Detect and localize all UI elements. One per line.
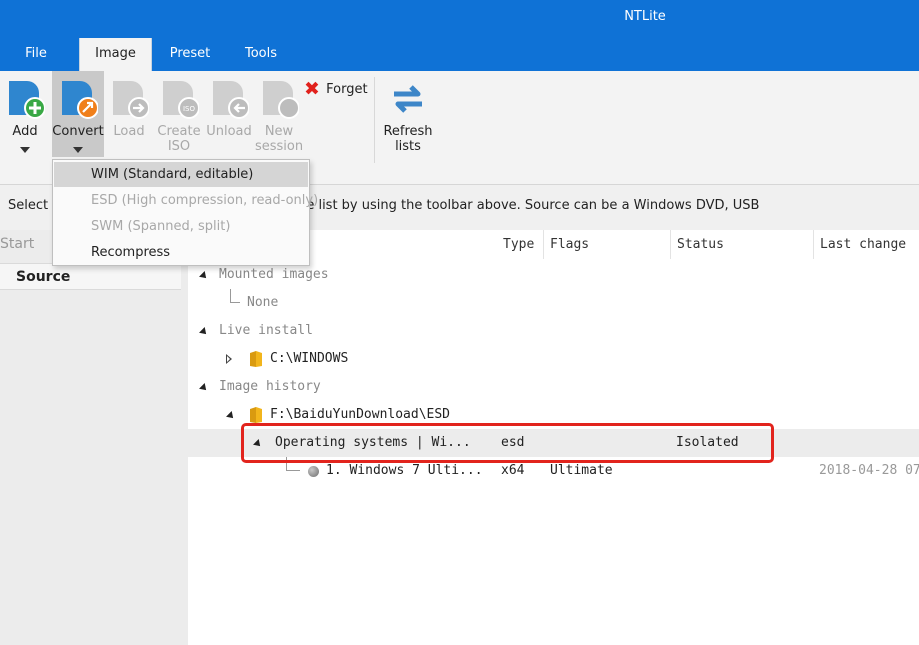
add-label: Add bbox=[12, 124, 38, 139]
tree-item-none: None bbox=[188, 289, 919, 317]
edition-status-dot-icon bbox=[308, 466, 319, 477]
unload-button[interactable]: Unload bbox=[204, 71, 254, 157]
create-iso-icon: ISO bbox=[163, 81, 199, 119]
title-bar: NTLite File Image Preset Tools bbox=[0, 0, 919, 71]
nav-item-source[interactable]: Source bbox=[0, 263, 181, 290]
app-title: NTLite bbox=[624, 9, 666, 24]
expanded-triangle-icon[interactable] bbox=[199, 383, 209, 393]
convert-image-icon bbox=[62, 81, 98, 119]
expanded-triangle-icon[interactable] bbox=[199, 271, 209, 281]
new-session-label: New session bbox=[254, 124, 304, 154]
menu-item-esd[interactable]: ESD (High compression, read-only) bbox=[54, 188, 318, 213]
new-session-icon bbox=[263, 81, 299, 119]
tree-group-live-install[interactable]: Live install bbox=[188, 317, 919, 345]
refresh-lists-label: Refresh lists bbox=[383, 124, 433, 154]
group-label: Image history bbox=[219, 379, 321, 394]
convert-button[interactable]: Convert bbox=[52, 71, 104, 157]
refresh-arrows-icon bbox=[394, 85, 422, 113]
column-header-type[interactable]: Type bbox=[497, 230, 544, 259]
add-dropdown-caret[interactable] bbox=[20, 147, 30, 153]
tree-connector bbox=[230, 289, 240, 303]
refresh-lists-button[interactable]: Refresh lists bbox=[380, 71, 436, 157]
load-label: Load bbox=[113, 124, 145, 139]
menu-item-recompress[interactable]: Recompress bbox=[54, 240, 308, 265]
folder-icon bbox=[250, 407, 262, 423]
forget-label: Forget bbox=[326, 82, 368, 97]
tab-tools[interactable]: Tools bbox=[232, 38, 290, 71]
column-header-last-change[interactable]: Last change bbox=[814, 230, 919, 259]
expanded-triangle-icon[interactable] bbox=[226, 411, 236, 421]
left-nav-panel: Start Source bbox=[0, 230, 188, 645]
svg-text:ISO: ISO bbox=[183, 105, 196, 113]
convert-dropdown-caret[interactable] bbox=[73, 147, 83, 153]
load-image-icon bbox=[113, 81, 149, 119]
unload-image-icon bbox=[213, 81, 249, 119]
expanded-triangle-icon[interactable] bbox=[199, 327, 209, 337]
edition-last-change: 2018-04-28 07 bbox=[819, 463, 919, 478]
column-header-status[interactable]: Status bbox=[671, 230, 814, 259]
convert-label: Convert bbox=[52, 124, 104, 139]
add-image-icon bbox=[9, 81, 45, 119]
forget-button[interactable]: ✖ Forget bbox=[304, 79, 368, 99]
tree-group-image-history[interactable]: Image history bbox=[188, 373, 919, 401]
red-x-icon: ✖ bbox=[304, 78, 320, 100]
convert-dropdown-menu: WIM (Standard, editable) ESD (High compr… bbox=[52, 159, 318, 266]
unload-label: Unload bbox=[206, 124, 252, 139]
tab-preset[interactable]: Preset bbox=[160, 38, 220, 71]
create-iso-label: Create ISO bbox=[157, 124, 201, 154]
item-label: None bbox=[247, 295, 279, 310]
folder-label: C:\WINDOWS bbox=[270, 351, 349, 366]
create-iso-button[interactable]: ISO Create ISO bbox=[154, 71, 204, 157]
menu-item-swm[interactable]: SWM (Spanned, split) bbox=[54, 214, 308, 239]
column-header-flags[interactable]: Flags bbox=[544, 230, 671, 259]
ribbon-separator bbox=[374, 77, 375, 163]
load-button[interactable]: Load bbox=[106, 71, 152, 157]
nav-item-start[interactable]: Start bbox=[0, 236, 34, 252]
collapsed-triangle-icon[interactable] bbox=[226, 354, 232, 364]
tab-image[interactable]: Image bbox=[79, 38, 152, 71]
group-label: Live install bbox=[219, 323, 313, 338]
tab-file[interactable]: File bbox=[14, 38, 58, 71]
tree-item-windows-folder[interactable]: C:\WINDOWS bbox=[188, 345, 919, 373]
highlight-annotation-box bbox=[241, 423, 774, 463]
menu-item-wim[interactable]: WIM (Standard, editable) bbox=[54, 162, 308, 187]
new-session-button[interactable]: New session bbox=[254, 71, 304, 157]
folder-icon bbox=[250, 351, 262, 367]
add-button[interactable]: Add bbox=[2, 71, 48, 157]
